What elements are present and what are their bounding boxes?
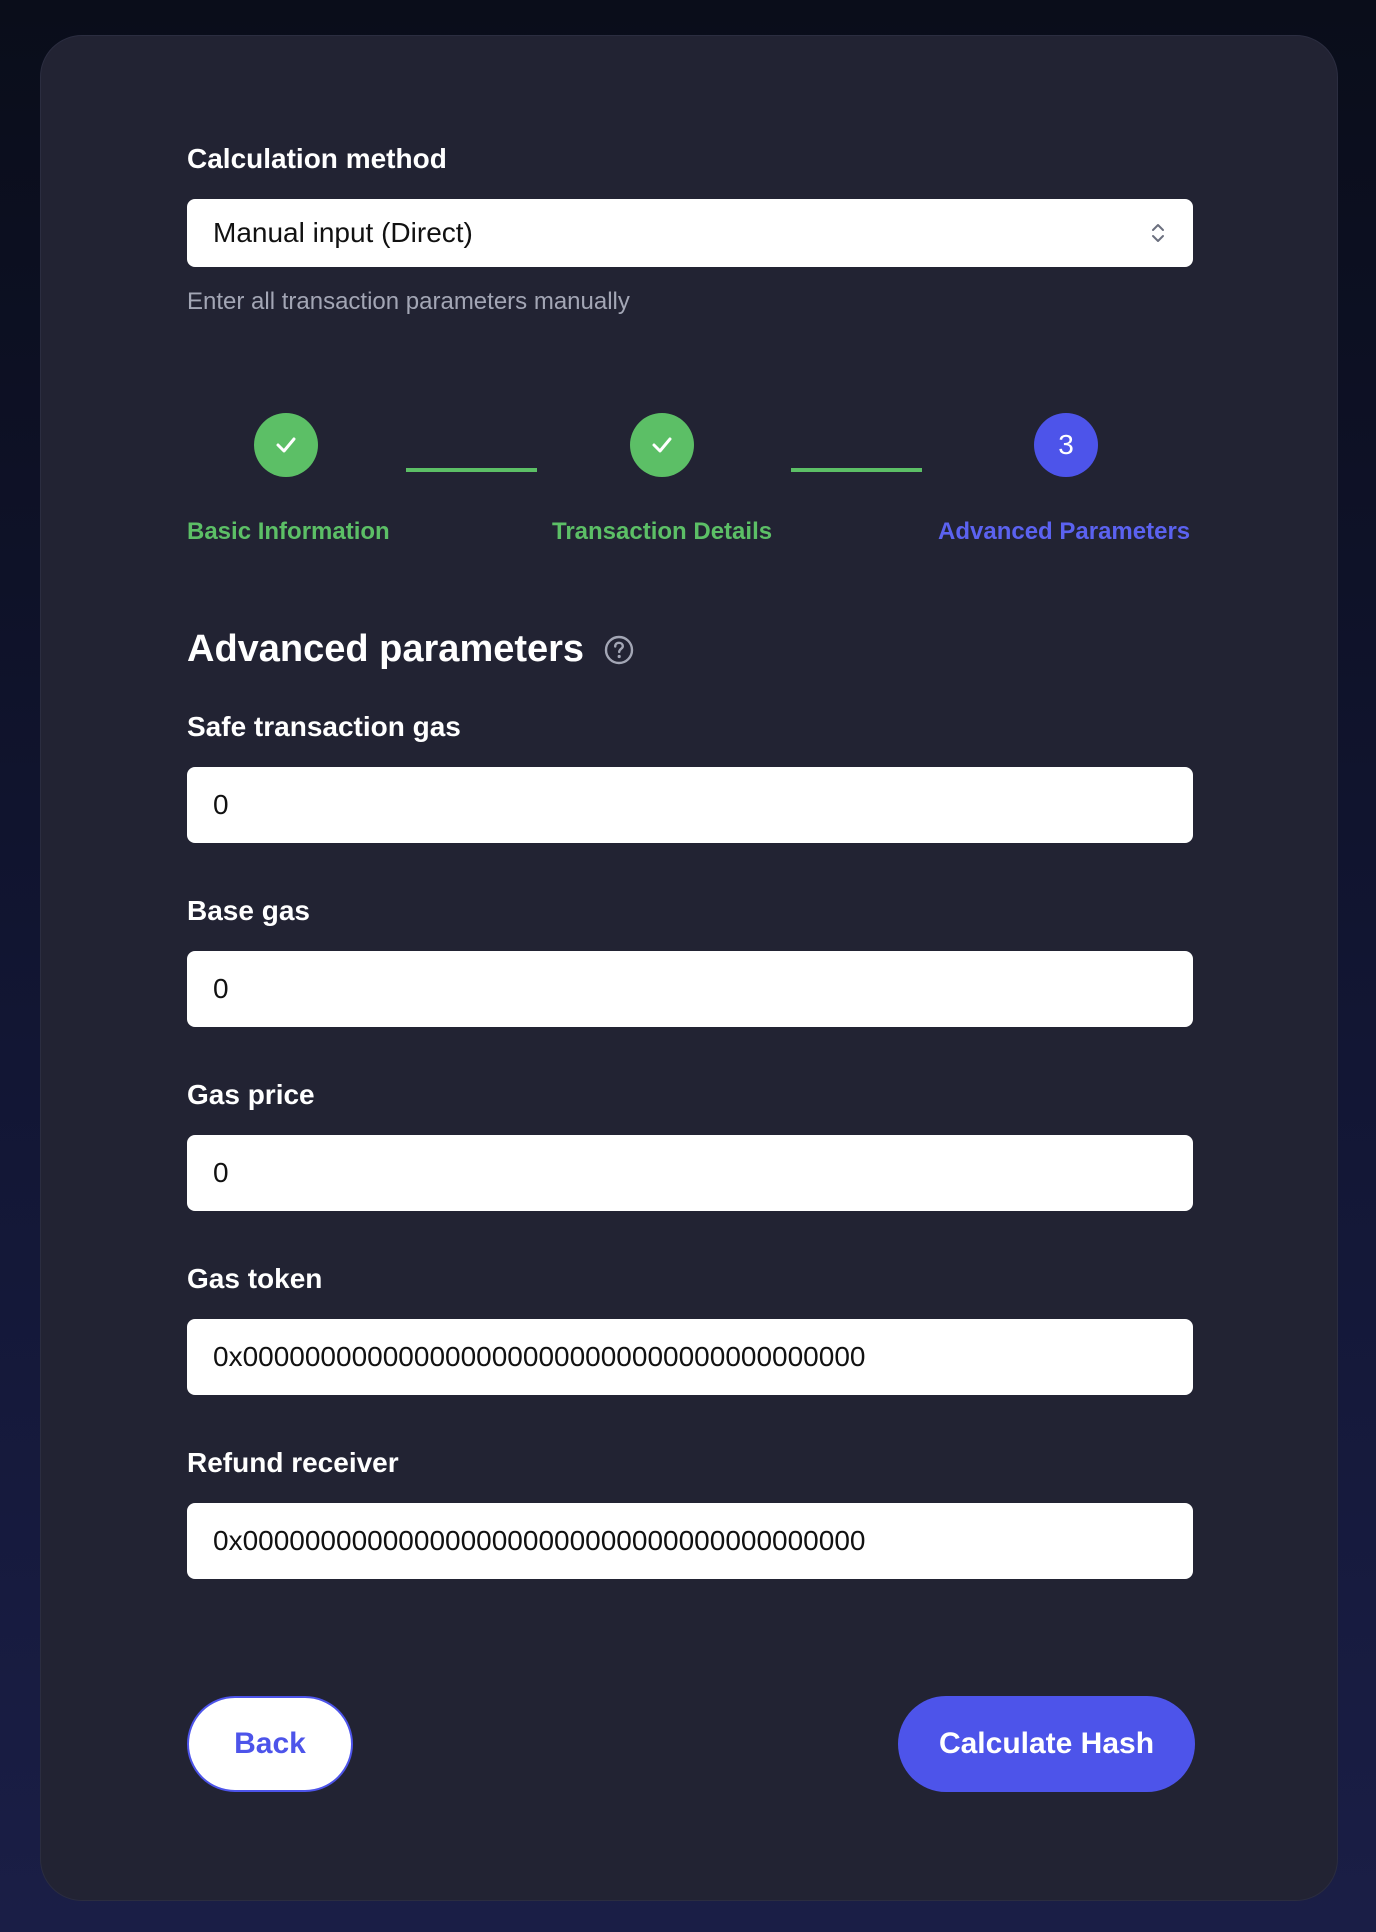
safe-transaction-gas-label: Safe transaction gas xyxy=(187,711,461,742)
base-gas-input[interactable] xyxy=(187,951,1193,1027)
gas-price-input[interactable] xyxy=(187,1135,1193,1211)
step-3-circle: 3 xyxy=(1034,413,1098,477)
check-icon xyxy=(276,437,296,453)
gas-price-label: Gas price xyxy=(187,1079,315,1110)
section-title-text: Advanced parameters xyxy=(187,628,585,670)
section-title: Advanced parameters xyxy=(187,628,634,671)
step-1-circle xyxy=(254,413,318,477)
step-2-circle xyxy=(630,413,694,477)
calculation-method-hint: Enter all transaction parameters manuall… xyxy=(187,288,630,315)
question-circle-icon[interactable] xyxy=(604,635,634,665)
back-button[interactable]: Back xyxy=(187,1696,353,1792)
step-3-number: 3 xyxy=(1058,429,1074,460)
refund-receiver-input[interactable] xyxy=(187,1503,1193,1579)
base-gas-label: Base gas xyxy=(187,895,310,926)
step-connector-2 xyxy=(791,468,922,472)
calculation-method-value: Manual input (Direct) xyxy=(213,217,473,248)
chevron-up-down-icon xyxy=(1149,219,1167,247)
gas-token-label: Gas token xyxy=(187,1263,323,1294)
step-label-basic-information: Basic Information xyxy=(187,518,390,545)
step-label-transaction-details: Transaction Details xyxy=(552,518,773,545)
calculation-method-label: Calculation method xyxy=(187,143,447,174)
check-icon xyxy=(652,437,672,453)
gas-token-input[interactable] xyxy=(187,1319,1193,1395)
calculation-method-select[interactable]: Manual input (Direct) xyxy=(187,199,1193,267)
step-label-advanced-parameters: Advanced Parameters xyxy=(938,518,1191,545)
step-connector-1 xyxy=(406,468,537,472)
calculate-hash-button[interactable]: Calculate Hash xyxy=(898,1696,1195,1792)
safe-transaction-gas-input[interactable] xyxy=(187,767,1193,843)
form-card: Calculation method Manual input (Direct)… xyxy=(40,35,1338,1901)
refund-receiver-label: Refund receiver xyxy=(187,1447,399,1478)
